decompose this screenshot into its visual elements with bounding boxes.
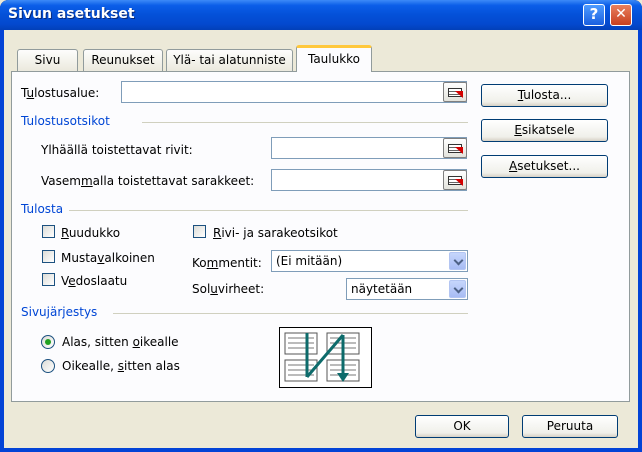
columns-to-repeat-input[interactable] [271, 169, 467, 191]
comments-select[interactable]: (Ei mitään) [271, 250, 468, 272]
draft-quality-checkbox[interactable] [42, 273, 55, 286]
page-setup-dialog: Sivun asetukset ? ✕ Sivu Reunukset Ylä- … [0, 0, 642, 452]
comments-selected-value: (Ei mitään) [276, 254, 343, 268]
columns-to-repeat-label: Vasemmalla toistettavat sarakkeet: [41, 174, 255, 188]
print-preview-button[interactable]: Esikatsele [481, 119, 608, 142]
page-order-group-title: Sivujärjestys [21, 305, 98, 319]
cell-errors-select[interactable]: näytetään [346, 278, 468, 300]
options-button[interactable]: Asetukset... [481, 155, 608, 178]
ok-button[interactable]: OK [415, 415, 509, 438]
over-then-down-label[interactable]: Oikealle, sitten alas [62, 359, 180, 373]
tab-header-footer[interactable]: Ylä- tai alatunniste [166, 49, 293, 71]
print-group-title: Tulosta [21, 202, 64, 216]
page-order-divider [113, 313, 468, 314]
help-icon: ? [589, 5, 599, 23]
print-group-divider [69, 210, 468, 211]
gridlines-checkbox[interactable] [42, 225, 55, 238]
row-column-headings-checkbox[interactable] [193, 225, 206, 238]
close-icon: ✕ [615, 6, 627, 22]
gridlines-label[interactable]: Ruudukko [61, 226, 120, 240]
close-button[interactable]: ✕ [610, 4, 632, 26]
title-bar[interactable]: Sivun asetukset ? ✕ [0, 0, 642, 30]
rows-to-repeat-input[interactable] [271, 137, 467, 159]
print-titles-group-title: Tulostusotsikot [21, 114, 110, 128]
print-area-input[interactable] [121, 81, 467, 103]
draft-quality-label[interactable]: Vedoslaatu [61, 274, 127, 288]
comments-label: Kommentit: [192, 256, 262, 270]
help-button[interactable]: ? [583, 4, 605, 26]
window-frame-right [638, 30, 642, 452]
print-area-collapse-button[interactable] [443, 82, 467, 102]
black-and-white-label[interactable]: Mustavalkoinen [61, 251, 155, 265]
black-and-white-checkbox[interactable] [42, 250, 55, 263]
row-column-headings-label[interactable]: Rivi- ja sarakeotsikot [213, 226, 338, 240]
down-then-over-radio[interactable] [41, 335, 55, 349]
page-order-preview-icon [279, 327, 372, 388]
tab-sheet[interactable]: Taulukko [296, 45, 372, 72]
chevron-down-icon[interactable] [449, 252, 466, 270]
cancel-button[interactable]: Peruuta [522, 415, 618, 438]
chevron-down-icon[interactable] [449, 280, 466, 298]
window-frame-bottom [0, 448, 642, 452]
cell-errors-selected-value: näytetään [351, 282, 413, 296]
down-then-over-label[interactable]: Alas, sitten oikealle [62, 335, 179, 349]
print-titles-divider [142, 122, 468, 123]
over-then-down-radio[interactable] [41, 359, 55, 373]
rows-collapse-button[interactable] [443, 138, 467, 158]
columns-collapse-button[interactable] [443, 170, 467, 190]
print-area-label: Tulostusalue: [21, 86, 100, 100]
tab-margins[interactable]: Reunukset [83, 49, 163, 71]
print-button[interactable]: Tulosta... [481, 84, 608, 107]
rows-to-repeat-label: Ylhäällä toistettavat rivit: [41, 143, 193, 157]
cell-errors-label: Soluvirheet: [192, 282, 265, 296]
window-title: Sivun asetukset [8, 6, 135, 22]
tab-page[interactable]: Sivu [17, 49, 78, 71]
